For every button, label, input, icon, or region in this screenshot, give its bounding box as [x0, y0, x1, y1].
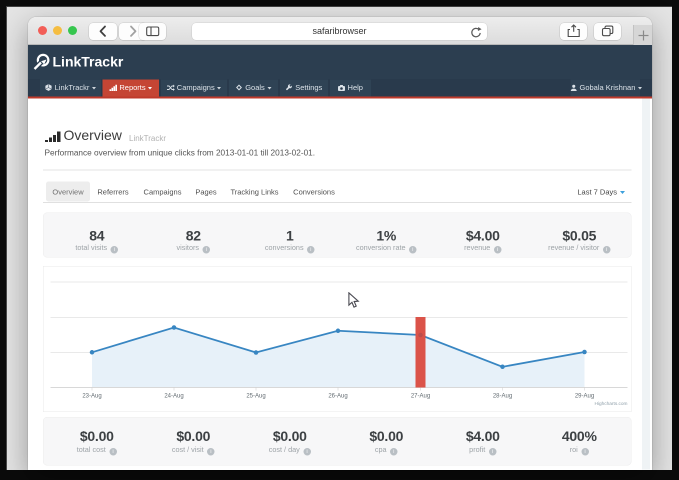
- svg-text:29-Aug: 29-Aug: [575, 394, 594, 400]
- svg-text:24-Aug: 24-Aug: [164, 394, 183, 400]
- svg-text:25-Aug: 25-Aug: [246, 394, 265, 400]
- svg-text:26-Aug: 26-Aug: [328, 394, 347, 400]
- svg-text:27-Aug: 27-Aug: [411, 394, 430, 400]
- svg-text:23-Aug: 23-Aug: [82, 394, 101, 400]
- svg-text:28-Aug: 28-Aug: [493, 394, 512, 400]
- svg-text:Highcharts.com: Highcharts.com: [595, 401, 628, 407]
